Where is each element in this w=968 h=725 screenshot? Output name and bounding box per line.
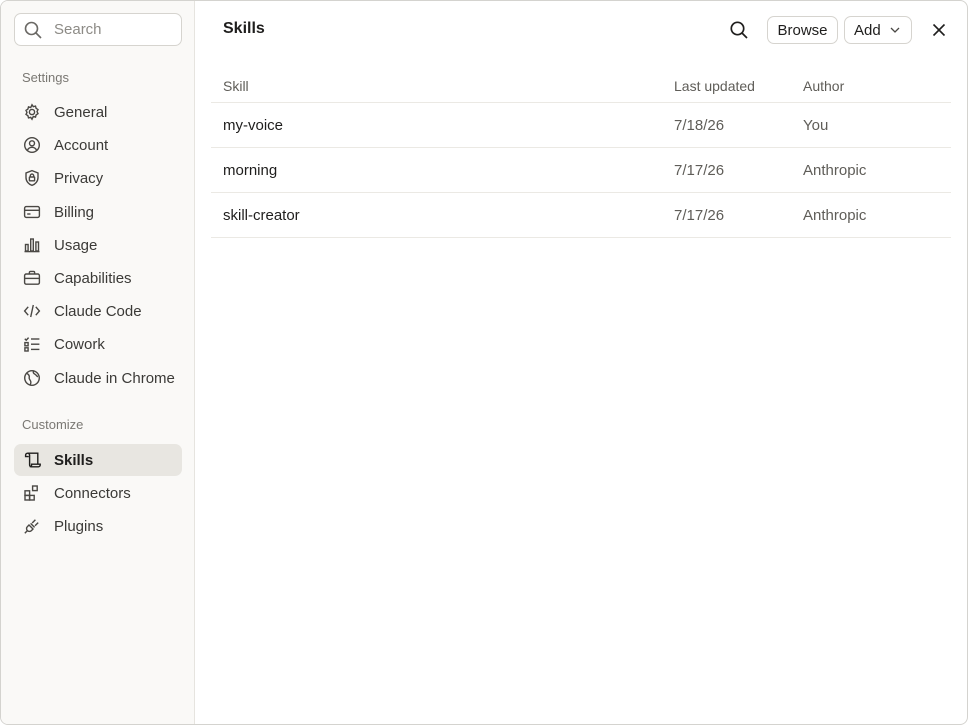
- skill-author: Anthropic: [803, 162, 867, 179]
- sidebar-item-label: Claude in Chrome: [54, 369, 175, 387]
- skill-updated: 7/17/26: [674, 162, 725, 179]
- sidebar-item-label: Usage: [54, 236, 98, 254]
- sidebar-item-general[interactable]: General: [14, 96, 182, 128]
- sidebar-item-label: Capabilities: [54, 269, 132, 287]
- table-row[interactable]: my-voice 7/18/26 You: [211, 103, 951, 148]
- sidebar-item-label: Privacy: [54, 169, 104, 187]
- customize-section-label: Customize: [22, 417, 84, 432]
- sidebar-item-connectors[interactable]: Connectors: [14, 477, 182, 509]
- table-row[interactable]: morning 7/17/26 Anthropic: [211, 148, 951, 193]
- plug-icon: [23, 517, 41, 535]
- gear-icon: [23, 103, 41, 121]
- sidebar-item-account[interactable]: Account: [14, 129, 182, 161]
- sidebar-item-label: General: [54, 103, 108, 121]
- close-icon: [932, 23, 946, 37]
- sidebar-item-label: Skills: [54, 451, 94, 469]
- skill-author: You: [803, 117, 829, 134]
- skill-name: skill-creator: [223, 207, 300, 224]
- column-header-author: Author: [803, 78, 845, 94]
- checklist-icon: [23, 335, 41, 353]
- search-input[interactable]: [54, 21, 174, 38]
- skill-name: morning: [223, 162, 278, 179]
- sidebar-item-label: Claude Code: [54, 302, 142, 320]
- page-title: Skills: [223, 20, 265, 37]
- blocks-icon: [23, 484, 41, 502]
- briefcase-icon: [23, 269, 41, 287]
- chevron-down-icon: [890, 27, 900, 33]
- sidebar-item-usage[interactable]: Usage: [14, 229, 182, 261]
- skill-updated: 7/18/26: [674, 117, 725, 134]
- sidebar: Settings General Account Privacy Billing: [1, 1, 195, 724]
- sidebar-item-billing[interactable]: Billing: [14, 196, 182, 228]
- sidebar-item-skills[interactable]: Skills: [14, 444, 182, 476]
- sidebar-item-capabilities[interactable]: Capabilities: [14, 262, 182, 294]
- browse-button[interactable]: Browse: [767, 16, 838, 44]
- sidebar-item-label: Plugins: [54, 517, 104, 535]
- add-button[interactable]: Add: [844, 16, 912, 44]
- sidebar-item-plugins[interactable]: Plugins: [14, 510, 182, 542]
- main-panel: Skills Browse Add Skill Last updated Aut…: [195, 1, 967, 724]
- bar-chart-icon: [23, 236, 41, 254]
- globe-icon: [23, 369, 41, 387]
- settings-section-label: Settings: [22, 70, 69, 85]
- credit-card-icon: [23, 203, 41, 221]
- skill-updated: 7/17/26: [674, 207, 725, 224]
- sidebar-item-cowork[interactable]: Cowork: [14, 328, 182, 360]
- skills-search-button[interactable]: [726, 17, 752, 43]
- sidebar-item-label: Cowork: [54, 335, 105, 353]
- sidebar-item-claude-code[interactable]: Claude Code: [14, 295, 182, 327]
- table-row[interactable]: skill-creator 7/17/26 Anthropic: [211, 193, 951, 238]
- settings-window: Settings General Account Privacy Billing: [0, 0, 968, 725]
- skill-name: my-voice: [223, 117, 284, 134]
- column-header-last-updated: Last updated: [674, 78, 755, 94]
- shield-lock-icon: [23, 169, 41, 187]
- search-icon: [730, 21, 748, 39]
- sidebar-item-label: Account: [54, 136, 109, 154]
- sidebar-search-box[interactable]: [14, 13, 182, 46]
- sidebar-item-label: Connectors: [54, 484, 131, 502]
- sidebar-item-claude-in-chrome[interactable]: Claude in Chrome: [14, 362, 182, 394]
- skill-author: Anthropic: [803, 207, 867, 224]
- add-button-label: Add: [854, 21, 881, 39]
- sidebar-item-privacy[interactable]: Privacy: [14, 162, 182, 194]
- scroll-icon: [23, 451, 41, 469]
- column-header-skill: Skill: [223, 78, 249, 94]
- search-icon: [24, 21, 42, 39]
- code-icon: [23, 302, 41, 320]
- table-header: Skill Last updated Author: [211, 71, 951, 103]
- close-button[interactable]: [928, 19, 950, 41]
- user-circle-icon: [23, 136, 41, 154]
- sidebar-item-label: Billing: [54, 203, 95, 221]
- skills-table: Skill Last updated Author my-voice 7/18/…: [211, 71, 951, 238]
